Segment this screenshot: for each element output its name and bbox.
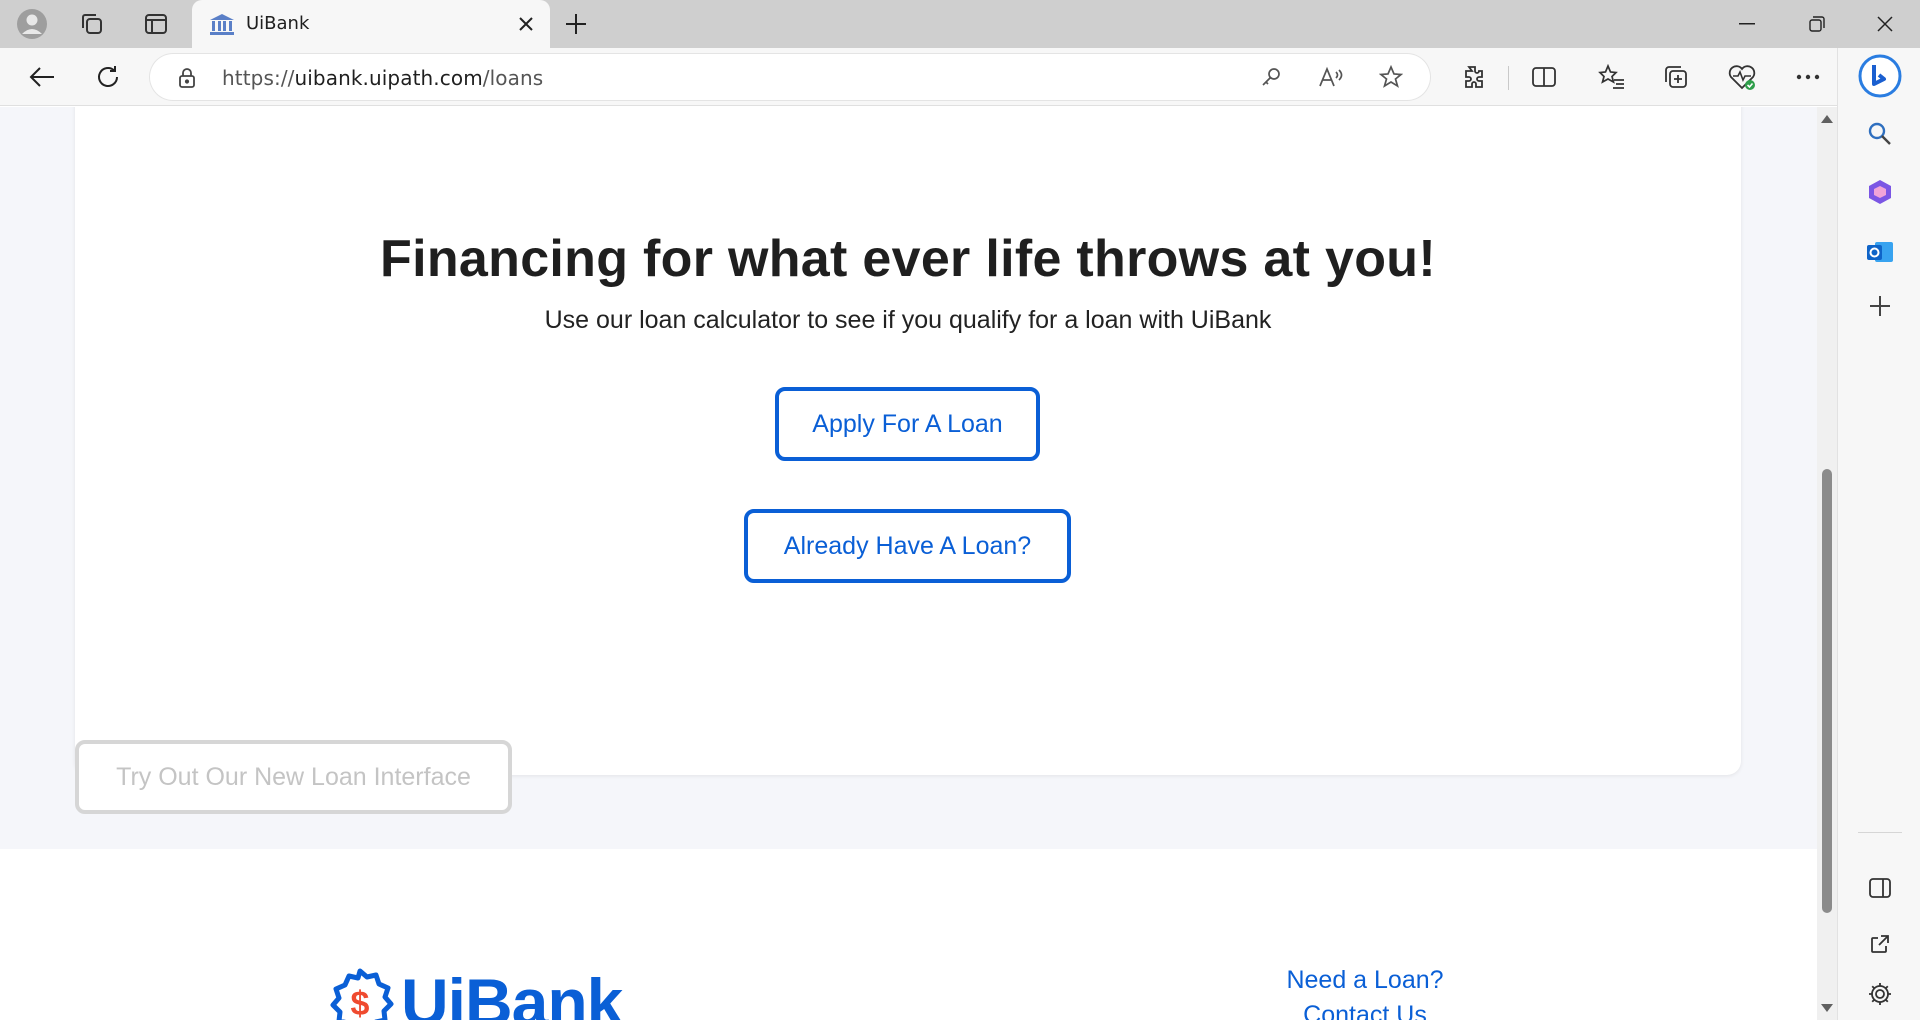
logo-text: UiBank: [401, 965, 623, 1020]
password-key-icon[interactable]: [1258, 64, 1284, 90]
apply-for-loan-button[interactable]: Apply For A Loan: [775, 387, 1040, 461]
lock-icon[interactable]: [176, 66, 198, 88]
browser-toolbar: https://uibank.uipath.com/loans: [0, 48, 1920, 106]
page-viewport: Financing for what ever life throws at y…: [0, 107, 1817, 1020]
toolbar-divider: [1508, 66, 1509, 90]
refresh-icon[interactable]: [88, 57, 128, 97]
hide-sidebar-icon[interactable]: [1858, 866, 1902, 910]
minimize-icon[interactable]: [1712, 0, 1782, 48]
vertical-tabs-icon[interactable]: [138, 6, 174, 42]
settings-gear-icon[interactable]: [1858, 972, 1902, 1016]
open-external-icon[interactable]: [1858, 922, 1902, 966]
split-screen-icon[interactable]: [1528, 61, 1560, 93]
favorite-star-icon[interactable]: [1378, 64, 1404, 90]
sidebar-divider: [1858, 832, 1902, 833]
url-text[interactable]: https://uibank.uipath.com/loans: [222, 66, 543, 90]
extensions-icon[interactable]: [1456, 61, 1488, 93]
add-sidebar-app-icon[interactable]: [1858, 284, 1902, 328]
restore-icon[interactable]: [1782, 0, 1852, 48]
edge-sidebar: [1837, 48, 1920, 1020]
browser-title-bar: UiBank: [0, 0, 1920, 48]
favorites-list-icon[interactable]: [1596, 61, 1628, 93]
close-window-icon[interactable]: [1850, 0, 1920, 48]
uibank-logo[interactable]: $ UiBank: [325, 965, 623, 1020]
try-new-loan-interface-button[interactable]: Try Out Our New Loan Interface: [75, 740, 512, 814]
already-have-loan-button[interactable]: Already Have A Loan?: [744, 509, 1071, 583]
page-scrollbar[interactable]: [1817, 107, 1837, 1020]
address-bar[interactable]: https://uibank.uipath.com/loans: [150, 54, 1430, 100]
workspaces-icon[interactable]: [74, 6, 110, 42]
svg-text:$: $: [351, 985, 370, 1020]
loans-card: Financing for what ever life throws at y…: [75, 107, 1741, 775]
outlook-icon[interactable]: [1858, 230, 1902, 274]
browser-essentials-icon[interactable]: [1726, 61, 1758, 93]
scroll-thumb[interactable]: [1822, 469, 1832, 913]
collections-icon[interactable]: [1660, 61, 1692, 93]
close-tab-icon[interactable]: [512, 10, 540, 38]
office-icon[interactable]: [1858, 170, 1902, 214]
tab-title: UiBank: [246, 13, 310, 34]
url-host: uibank.uipath.com: [294, 66, 483, 90]
more-options-icon[interactable]: [1792, 61, 1824, 93]
search-icon[interactable]: [1858, 112, 1902, 156]
page-title: Financing for what ever life throws at y…: [380, 230, 1436, 288]
url-prefix: https://: [222, 66, 295, 90]
url-path: /loans: [482, 66, 544, 90]
read-aloud-icon[interactable]: [1318, 64, 1344, 90]
bank-icon: [210, 14, 234, 35]
footer: $ UiBank Need a Loan? Contact Us: [0, 849, 1817, 1020]
dollar-badge-icon: $: [330, 968, 394, 1020]
contact-us-link[interactable]: Contact Us: [1245, 1001, 1485, 1020]
scroll-up-arrow-icon[interactable]: [1821, 115, 1833, 123]
scroll-down-arrow-icon[interactable]: [1821, 1004, 1833, 1012]
page-subtitle: Use our loan calculator to see if you qu…: [544, 306, 1272, 334]
profile-icon[interactable]: [14, 6, 50, 42]
new-tab-icon[interactable]: [558, 6, 594, 42]
need-a-loan-link[interactable]: Need a Loan?: [1245, 966, 1485, 995]
back-arrow-icon[interactable]: [22, 57, 62, 97]
copilot-icon[interactable]: [1858, 54, 1902, 98]
active-tab[interactable]: UiBank: [192, 0, 550, 48]
